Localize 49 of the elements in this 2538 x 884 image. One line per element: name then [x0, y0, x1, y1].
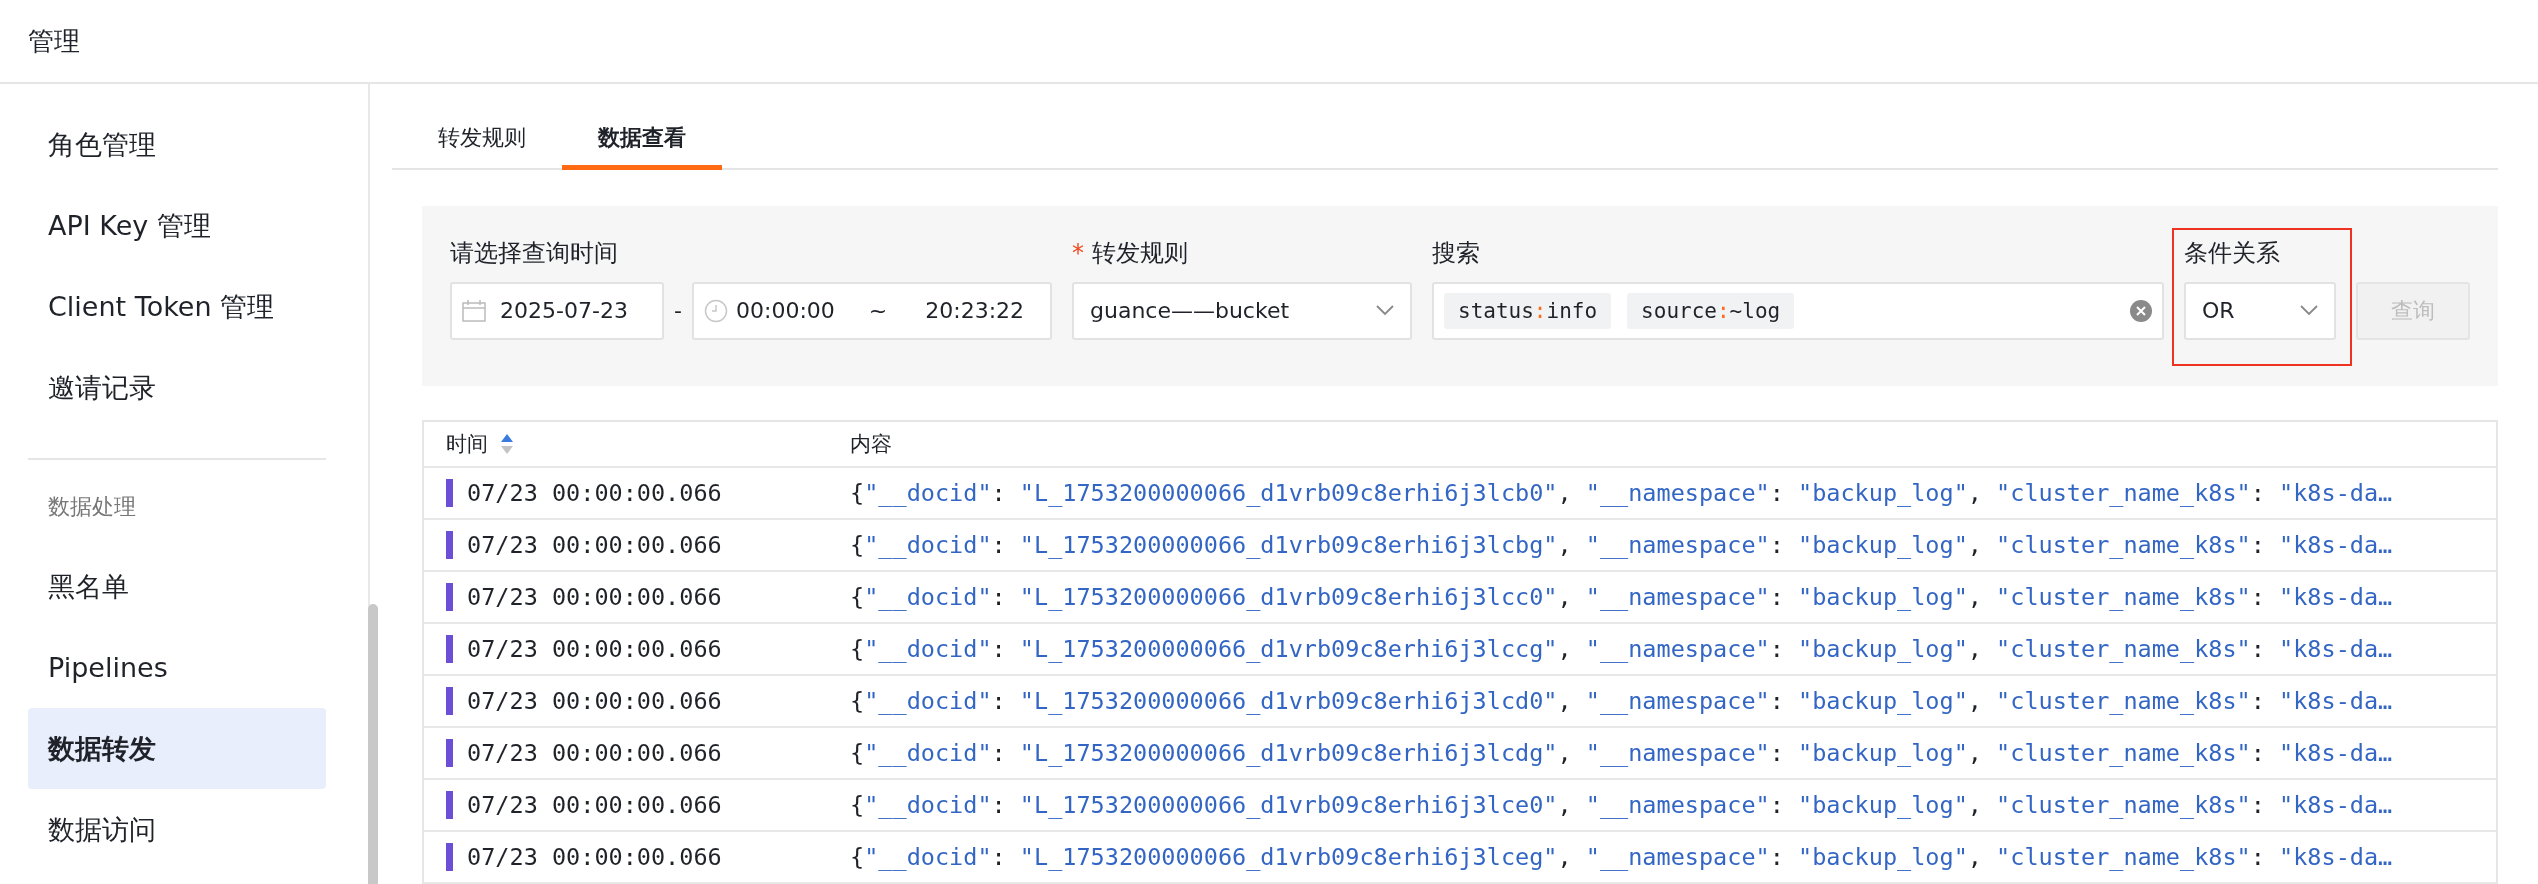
sidebar-item[interactable]: Pipelines: [28, 627, 326, 708]
content-cell: {"__docid": "L_1753200000066_d1vrb09c8erhi6j3lcdg", "__namespace": "backup_log", "cluster_name_k8s": "k8s-da…: [850, 739, 2393, 767]
content-cell: {"__docid": "L_1753200000066_d1vrb09c8erhi6j3lcbg", "__namespace": "backup_log", "cluster_name_k8s": "k8s-da…: [850, 531, 2393, 559]
search-token[interactable]: status:info: [1444, 292, 1612, 329]
sort-icon[interactable]: [500, 433, 515, 455]
time-cell: 07/23 00:00:00.066: [467, 843, 722, 871]
field-label: * 转发规则: [1072, 237, 1189, 269]
time-cell: 07/23 00:00:00.066: [467, 687, 722, 715]
calendar-icon: [462, 299, 487, 322]
field-label: 搜索: [1432, 237, 1481, 269]
sidebar-item[interactable]: Client Token 管理: [28, 266, 326, 347]
scrollbar-thumb[interactable]: [368, 604, 378, 884]
range-separator: -: [674, 298, 682, 324]
content-cell: {"__docid": "L_1753200000066_d1vrb09c8erhi6j3lcd0", "__namespace": "backup_log", "cluster_name_k8s": "k8s-da…: [850, 687, 2393, 715]
section-label: 数据处理: [47, 493, 137, 521]
time-cell: 07/23 00:00:00.066: [467, 531, 722, 559]
search-field[interactable]: status:info source:~log: [1432, 281, 2164, 340]
clear-icon[interactable]: [2130, 299, 2152, 322]
content-cell: {"__docid": "L_1753200000066_d1vrb09c8erhi6j3lccg", "__namespace": "backup_log", "cluster_name_k8s": "k8s-da…: [850, 635, 2393, 663]
column-header: 内容: [850, 431, 893, 458]
sidebar-item[interactable]: 邀请记录: [28, 347, 326, 428]
time-cell: 07/23 00:00:00.066: [467, 739, 722, 767]
sidebar-item[interactable]: API Key 管理: [28, 185, 326, 266]
time-cell: 07/23 00:00:00.066: [467, 791, 722, 819]
sidebar-item[interactable]: 黑名单: [28, 546, 326, 627]
sidebar-item[interactable]: 角色管理: [28, 104, 326, 185]
rule-select[interactable]: guance——bucket: [1072, 281, 1412, 340]
chevron-down-icon: [2300, 305, 2318, 317]
tab[interactable]: 数据查看: [562, 110, 723, 170]
search-token[interactable]: source:~log: [1627, 292, 1795, 329]
content-cell: {"__docid": "L_1753200000066_d1vrb09c8erhi6j3lceg", "__namespace": "backup_log", "cluster_name_k8s": "k8s-da…: [850, 843, 2393, 871]
time-cell: 07/23 00:00:00.066: [467, 583, 722, 611]
clock-icon: [704, 298, 728, 323]
time-cell: 07/23 00:00:00.066: [467, 479, 722, 507]
tab[interactable]: 转发规则: [402, 110, 563, 170]
content-cell: {"__docid": "L_1753200000066_d1vrb09c8erhi6j3lce0", "__namespace": "backup_log", "cluster_name_k8s": "k8s-da…: [850, 791, 2393, 819]
sidebar-item[interactable]: 数据转发: [28, 708, 326, 789]
content-cell: {"__docid": "L_1753200000066_d1vrb09c8erhi6j3lcc0", "__namespace": "backup_log", "cluster_name_k8s": "k8s-da…: [850, 583, 2393, 611]
chevron-down-icon: [1376, 305, 1394, 317]
field-label: 请选择查询时间: [450, 237, 620, 269]
time-range-field[interactable]: 00:00:00 ~ 20:23:22: [692, 281, 1052, 340]
content-cell: {"__docid": "L_1753200000066_d1vrb09c8erhi6j3lcb0", "__namespace": "backup_log", "cluster_name_k8s": "k8s-da…: [850, 479, 2393, 507]
page-title: 管理: [28, 24, 80, 58]
date-field[interactable]: 2025-07-23: [450, 281, 665, 340]
condition-select[interactable]: OR: [2184, 281, 2336, 340]
sidebar-item[interactable]: 数据访问: [28, 789, 326, 870]
column-header[interactable]: 时间: [446, 430, 489, 458]
time-cell: 07/23 00:00:00.066: [467, 635, 722, 663]
field-label: 条件关系: [2184, 237, 2281, 269]
